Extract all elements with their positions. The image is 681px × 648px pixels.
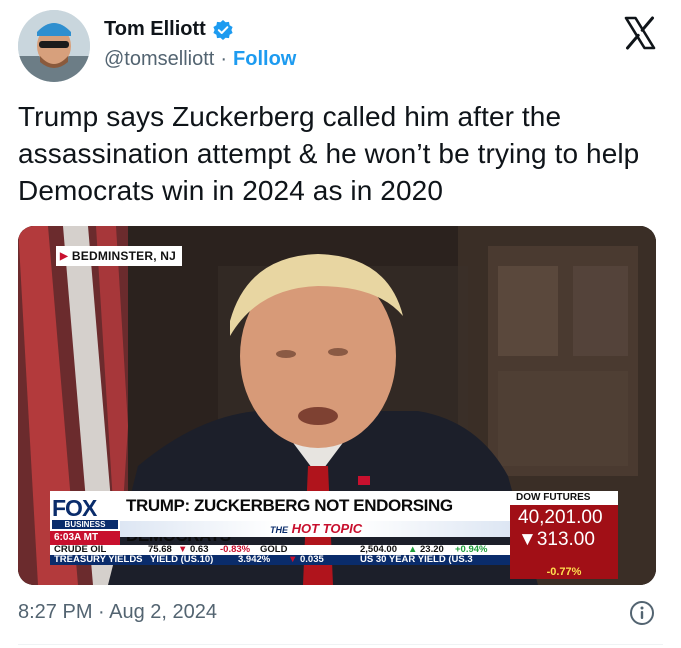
gold-value: 2,504.00 xyxy=(360,545,397,555)
tweet-text: Trump says Zuckerberg called him after t… xyxy=(18,101,640,206)
network-subtitle: BUSINESS xyxy=(52,520,118,529)
handle-separator: · xyxy=(220,48,228,70)
yield-us10-value: 3.942% xyxy=(238,555,271,565)
chyron-headline: TRUMP: ZUCKERBERG NOT ENDORSING DEMOCRAT… xyxy=(120,491,510,545)
yield-us10-label: YIELD (US.10) xyxy=(150,555,214,565)
dow-futures-change: ▼313.00 xyxy=(518,529,595,550)
x-logo-icon[interactable] xyxy=(623,16,657,50)
location-tag: ▶ BEDMINSTER, NJ xyxy=(56,246,183,266)
verified-badge-icon xyxy=(212,19,234,41)
gold-up-icon: ▲ xyxy=(408,545,418,555)
gold-percent: +0.94% xyxy=(455,545,488,555)
gold-label: GOLD xyxy=(260,545,288,555)
hot-topic-bar: THE HOT TOPIC xyxy=(120,521,510,537)
dow-futures-percent: -0.77% xyxy=(510,565,618,579)
crude-oil-down-icon: ▼ xyxy=(178,545,188,555)
commodity-ticker-row: CRUDE OIL 75.68 ▼ 0.63 -0.83% GOLD 2,504… xyxy=(50,545,510,555)
broadcast-clock: 6:03A MT xyxy=(50,531,120,545)
network-name: FOX xyxy=(52,495,97,521)
author-handle-row: @tomselliott · Follow xyxy=(104,48,296,71)
yield-down-icon: ▼ xyxy=(288,555,298,565)
tweet-footer: 8:27 PM · Aug 2, 2024 xyxy=(18,598,663,628)
crude-oil-change: 0.63 xyxy=(190,545,209,555)
crude-oil-percent: -0.83% xyxy=(220,545,251,555)
treasury-ticker-row: TREASURY YIELDS YIELD (US.10) 3.942% ▼ 0… xyxy=(50,555,510,565)
crude-oil-label: CRUDE OIL xyxy=(54,545,107,555)
video-player[interactable]: ▶ BEDMINSTER, NJ FOX BUSINESS 6:03A MT T… xyxy=(18,226,656,585)
news-ticker: FOX BUSINESS 6:03A MT TRUMP: ZUCKERBERG … xyxy=(50,491,618,579)
author-handle[interactable]: @tomselliott xyxy=(104,48,214,71)
dow-futures-panel: 40,201.00 ▼313.00 -0.77% xyxy=(510,505,618,579)
author-display-name[interactable]: Tom Elliott xyxy=(104,18,206,41)
gold-change: 23.20 xyxy=(420,545,444,555)
yield-us30-label: US 30 YEAR YIELD (US.3 xyxy=(360,555,473,565)
location-text: BEDMINSTER, NJ xyxy=(71,249,177,263)
author-name-row: Tom Elliott xyxy=(104,18,234,41)
tweet-header: Tom Elliott @tomselliott · Follow xyxy=(18,10,663,84)
footer-divider xyxy=(18,644,663,645)
hot-topic-text: HOT TOPIC xyxy=(291,521,363,536)
info-icon[interactable] xyxy=(629,600,655,626)
author-avatar[interactable] xyxy=(18,10,90,82)
play-triangle-icon: ▶ xyxy=(60,250,68,262)
hot-topic-prefix: THE xyxy=(270,525,288,535)
hot-topic-label: THE HOT TOPIC xyxy=(270,521,362,538)
tweet-timestamp[interactable]: 8:27 PM · Aug 2, 2024 xyxy=(18,601,217,624)
dow-change-value: 313.00 xyxy=(536,529,595,550)
yield-us10-change: 0.035 xyxy=(300,555,324,565)
dow-futures-value: 40,201.00 xyxy=(518,507,603,528)
follow-button[interactable]: Follow xyxy=(233,48,296,71)
dow-futures-label: DOW FUTURES xyxy=(510,491,618,505)
crude-oil-value: 75.68 xyxy=(148,545,172,555)
treasury-label: TREASURY YIELDS xyxy=(54,555,143,565)
